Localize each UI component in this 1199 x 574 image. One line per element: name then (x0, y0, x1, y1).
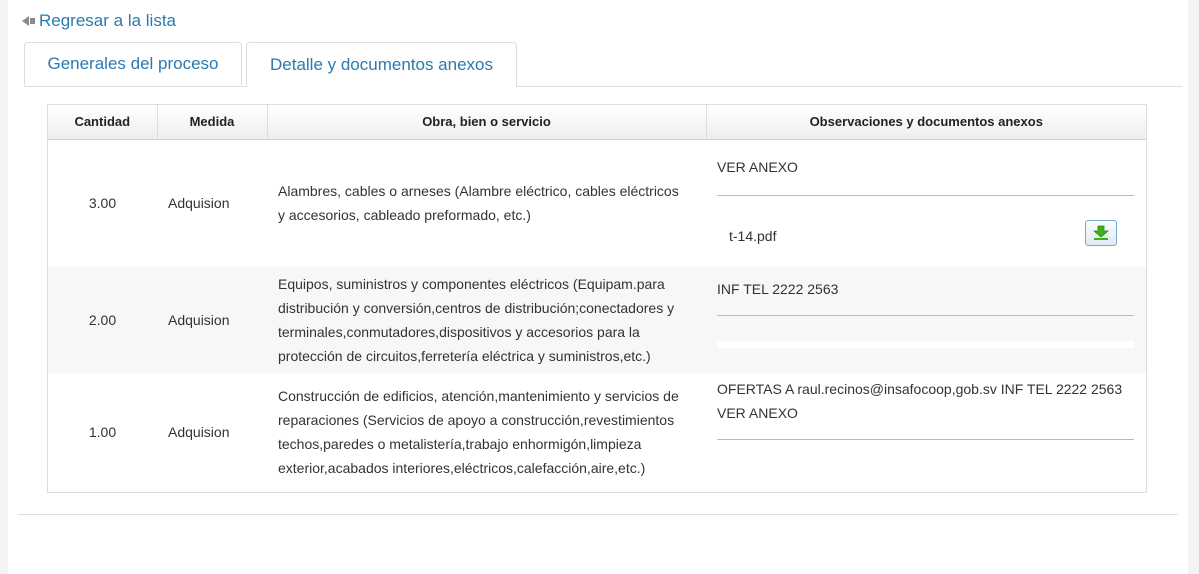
download-icon (1092, 225, 1110, 240)
cell-cantidad: 1.00 (88, 424, 117, 440)
header-observaciones: Observaciones y documentos anexos (706, 105, 1146, 140)
tab-generales-label: Generales del proceso (47, 54, 219, 73)
observaciones-text: INF TEL 2222 2563 (717, 281, 839, 297)
bottom-divider (18, 514, 1178, 515)
arrow-left-icon-tail (30, 18, 35, 24)
header-obra: Obra, bien o servicio (267, 105, 707, 140)
tab-bar: Generales del proceso Detalle y document… (24, 42, 1182, 87)
cell-medida: Adquision (157, 267, 267, 373)
observaciones-text: OFERTAS A raul.recinos@insafocoop,gob.sv… (717, 381, 1123, 421)
cell-observaciones: OFERTAS A raul.recinos@insafocoop,gob.sv… (706, 373, 1146, 491)
tab-generales[interactable]: Generales del proceso (24, 42, 242, 85)
arrow-left-icon (22, 16, 29, 26)
download-button[interactable] (1085, 219, 1117, 246)
back-to-list-link[interactable]: Regresar a la lista (22, 11, 176, 31)
table-row: 1.00 Adquision Construcción de edificios… (48, 373, 1146, 491)
tab-detalle-label: Detalle y documentos anexos (269, 55, 494, 74)
header-medida: Medida (157, 105, 268, 140)
table-row: 2.00 Adquision Equipos, suministros y co… (48, 267, 1146, 373)
cell-obra: Alambres, cables o arneses (Alambre eléc… (278, 183, 679, 224)
detail-table: Cantidad Medida Obra, bien o servicio Ob… (47, 104, 1147, 493)
header-cantidad: Cantidad (48, 105, 158, 140)
empty-attachment-bar (717, 341, 1134, 348)
attachment-filename: t-14.pdf (729, 227, 777, 244)
cell-cantidad: 2.00 (48, 267, 157, 373)
observaciones-text: VER ANEXO (717, 158, 798, 175)
attachment-row: t-14.pdf (717, 216, 1134, 256)
cell-cantidad: 3.00 (88, 195, 117, 212)
back-to-list-label: Regresar a la lista (39, 11, 177, 30)
divider (717, 439, 1134, 440)
cell-obra: Construcción de edificios, atención,mant… (278, 388, 679, 476)
tab-detalle[interactable]: Detalle y documentos anexos (246, 42, 517, 87)
page: Regresar a la lista Generales del proces… (8, 0, 1188, 574)
cell-observaciones: VER ANEXO t-14.pdf (706, 139, 1146, 267)
cell-medida: Adquision (168, 195, 230, 212)
table-row: 3.00 Adquision Alambres, cables o arnese… (48, 139, 1146, 267)
cell-medida: Adquision (168, 424, 230, 440)
cell-obra: Equipos, suministros y componentes eléct… (267, 267, 706, 373)
cell-observaciones: INF TEL 2222 2563 (706, 267, 1146, 373)
